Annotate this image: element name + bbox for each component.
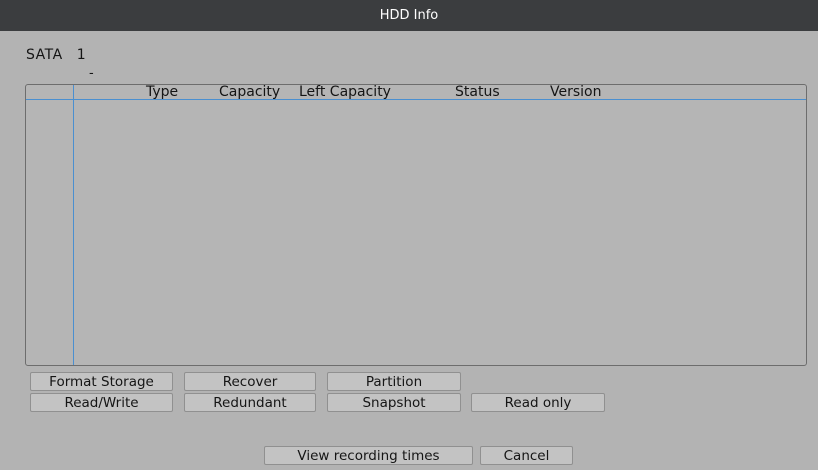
snapshot-button[interactable]: Snapshot	[327, 393, 461, 412]
column-header-status: Status	[455, 84, 500, 100]
column-header-type: Type	[146, 84, 179, 100]
column-header-version: Version	[550, 84, 602, 100]
sata-label-row: SATA 1	[26, 47, 86, 63]
view-recording-times-button[interactable]: View recording times	[264, 446, 473, 465]
cancel-button[interactable]: Cancel	[480, 446, 573, 465]
sata-dash: -	[89, 66, 94, 81]
window-title: HDD Info	[379, 8, 439, 23]
title-bar: HDD Info	[0, 0, 818, 31]
sata-number: 1	[76, 47, 87, 63]
sata-label: SATA	[26, 47, 63, 63]
partition-button[interactable]: Partition	[327, 372, 461, 391]
table-column-divider	[73, 85, 74, 365]
hdd-table[interactable]: Type Capacity Left Capacity Status Versi…	[25, 84, 807, 366]
column-header-capacity: Capacity	[219, 84, 281, 100]
recover-button[interactable]: Recover	[184, 372, 316, 391]
read-only-button[interactable]: Read only	[471, 393, 605, 412]
table-header-divider	[26, 99, 806, 100]
redundant-button[interactable]: Redundant	[184, 393, 316, 412]
column-header-left-capacity: Left Capacity	[299, 84, 391, 100]
format-storage-button[interactable]: Format Storage	[30, 372, 173, 391]
read-write-button[interactable]: Read/Write	[30, 393, 173, 412]
